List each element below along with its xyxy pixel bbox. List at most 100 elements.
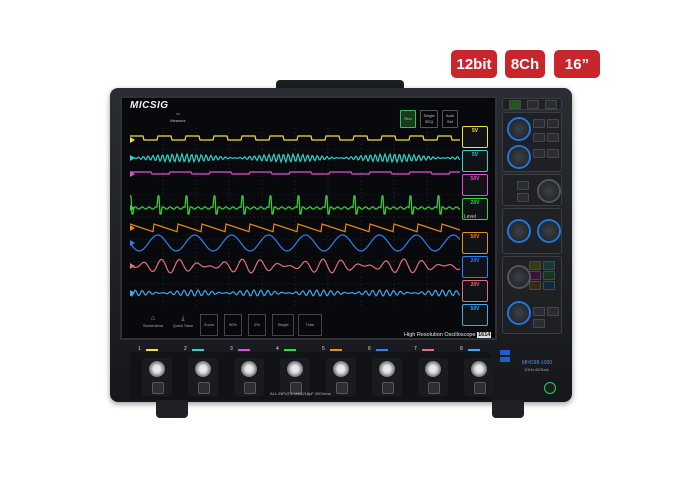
horizontal-knob-2[interactable]	[507, 145, 531, 169]
top-buttons	[502, 98, 562, 110]
channel-scale-2[interactable]: 5V	[462, 150, 488, 172]
badge-channels: 8Ch	[505, 50, 545, 78]
channel-button-3[interactable]	[244, 382, 256, 394]
panel-btn-v2[interactable]	[547, 307, 559, 316]
bnc-input-7[interactable]	[418, 358, 448, 396]
model-badge: MHO98-1000	[522, 360, 553, 366]
channel-button-1[interactable]	[152, 382, 164, 394]
top-toolbar: ▭ Measure Run Single SEQ Auto Set	[130, 110, 476, 128]
panel-btn-h1[interactable]	[533, 119, 545, 128]
navigate-panel	[502, 208, 562, 254]
panel-button-2[interactable]	[527, 100, 539, 109]
trigger-knob[interactable]	[537, 179, 561, 203]
channel-scale-3[interactable]: 50V	[462, 174, 488, 196]
ch6-select[interactable]	[543, 281, 555, 290]
bnc-connector-icon	[149, 361, 165, 377]
bnc-input-2[interactable]	[188, 358, 218, 396]
ch5-select[interactable]	[529, 281, 541, 290]
panel-btn-h5[interactable]	[533, 149, 545, 158]
level-label: Level	[464, 214, 476, 220]
bnc-connector-icon	[241, 361, 257, 377]
bnc-connector-icon	[333, 361, 349, 377]
channel-number-3: 3	[230, 346, 233, 352]
channel-color-bar-4	[284, 349, 296, 351]
channel-scale-7[interactable]: 20V	[462, 280, 488, 302]
horizontal-knob-1[interactable]	[507, 117, 531, 141]
zero-button[interactable]: 0%	[248, 314, 266, 336]
navigate-knob-2[interactable]	[537, 219, 561, 243]
usb-port-2[interactable]	[500, 357, 510, 362]
bnc-connector-icon	[195, 361, 211, 377]
waveform-area	[130, 128, 460, 306]
right-foot	[492, 400, 524, 418]
input-connector-strip: 1 2 3 4 5 6 7 8	[130, 344, 494, 406]
channel-button-5[interactable]	[336, 382, 348, 394]
trigger-btn-1[interactable]	[517, 181, 529, 190]
green-button[interactable]	[509, 100, 521, 109]
vertical-panel	[502, 256, 562, 334]
time-button[interactable]: Time	[298, 314, 322, 336]
panel-btn-v3[interactable]	[533, 319, 545, 328]
bnc-input-3[interactable]	[234, 358, 264, 396]
channel-color-bar-5	[330, 349, 342, 351]
channel-number-7: 7	[414, 346, 417, 352]
channel-button-2[interactable]	[198, 382, 210, 394]
ch2-select[interactable]	[543, 261, 555, 270]
channel-button-8[interactable]	[474, 382, 486, 394]
panel-btn-h3[interactable]	[533, 133, 545, 142]
quick-save-button[interactable]: ⤓ Quick Save	[170, 314, 196, 334]
channel-color-bar-7	[422, 349, 434, 351]
channel-marker-6	[130, 240, 135, 246]
usb-port-1[interactable]	[500, 350, 510, 355]
bnc-input-6[interactable]	[372, 358, 402, 396]
vertical-position-knob[interactable]	[507, 265, 531, 289]
measure-button[interactable]: ▭ Measure	[170, 110, 186, 126]
input-spec-text: ALL INPUTS 1MΩ//18pF 300Vrms	[270, 391, 331, 396]
ch1-select[interactable]	[529, 261, 541, 270]
channel-button-6[interactable]	[382, 382, 394, 394]
panel-button-3[interactable]	[545, 100, 557, 109]
waveform-svg	[130, 128, 460, 306]
channel-scale-6[interactable]: 20V	[462, 256, 488, 278]
bnc-input-1[interactable]	[142, 358, 172, 396]
channel-number-2: 2	[184, 346, 187, 352]
single-shot-button[interactable]: Single	[272, 314, 294, 336]
channel-number-5: 5	[322, 346, 325, 352]
ch4-select[interactable]	[543, 271, 555, 280]
trigger-btn-2[interactable]	[517, 193, 529, 202]
channel-color-bar-2	[192, 349, 204, 351]
control-panel	[500, 96, 564, 334]
half-button[interactable]: 50%	[224, 314, 242, 336]
horizontal-panel	[502, 112, 562, 172]
navigate-knob-1[interactable]	[507, 219, 531, 243]
screenshot-button[interactable]: ⌂ Screenshot	[140, 314, 166, 334]
usb-ports[interactable]	[500, 350, 510, 362]
panel-btn-h4[interactable]	[547, 133, 559, 142]
channel-number-1: 1	[138, 346, 141, 352]
bnc-connector-icon	[379, 361, 395, 377]
channel-color-bar-3	[238, 349, 250, 351]
channel-color-bar-6	[376, 349, 388, 351]
model-spec: 1GHz 6GSa/s	[524, 367, 549, 372]
power-button[interactable]	[544, 382, 556, 394]
channel-scale-8[interactable]: 50V	[462, 304, 488, 326]
channel-color-bar-8	[468, 349, 480, 351]
vertical-scale-knob[interactable]	[507, 301, 531, 325]
channel-button-7[interactable]	[428, 382, 440, 394]
channel-marker-4	[130, 205, 135, 211]
zoom-button[interactable]: Zoom	[200, 314, 218, 336]
waveform-ch5	[130, 223, 460, 233]
channel-number-8: 8	[460, 346, 463, 352]
panel-btn-v1[interactable]	[533, 307, 545, 316]
panel-btn-h6[interactable]	[547, 149, 559, 158]
autoset-button[interactable]: Auto Set	[442, 110, 458, 128]
channel-marker-1	[130, 137, 135, 143]
run-button[interactable]: Run	[400, 110, 416, 128]
channel-scale-5[interactable]: 50V	[462, 232, 488, 254]
channel-scale-strip: 5V 5V 50V 20V 50V 20V 20V 50V Level	[462, 126, 488, 326]
channel-marker-7	[130, 263, 135, 269]
bnc-input-8[interactable]	[464, 358, 494, 396]
single-button[interactable]: Single SEQ	[420, 110, 438, 128]
channel-scale-1[interactable]: 5V	[462, 126, 488, 148]
panel-btn-h2[interactable]	[547, 119, 559, 128]
